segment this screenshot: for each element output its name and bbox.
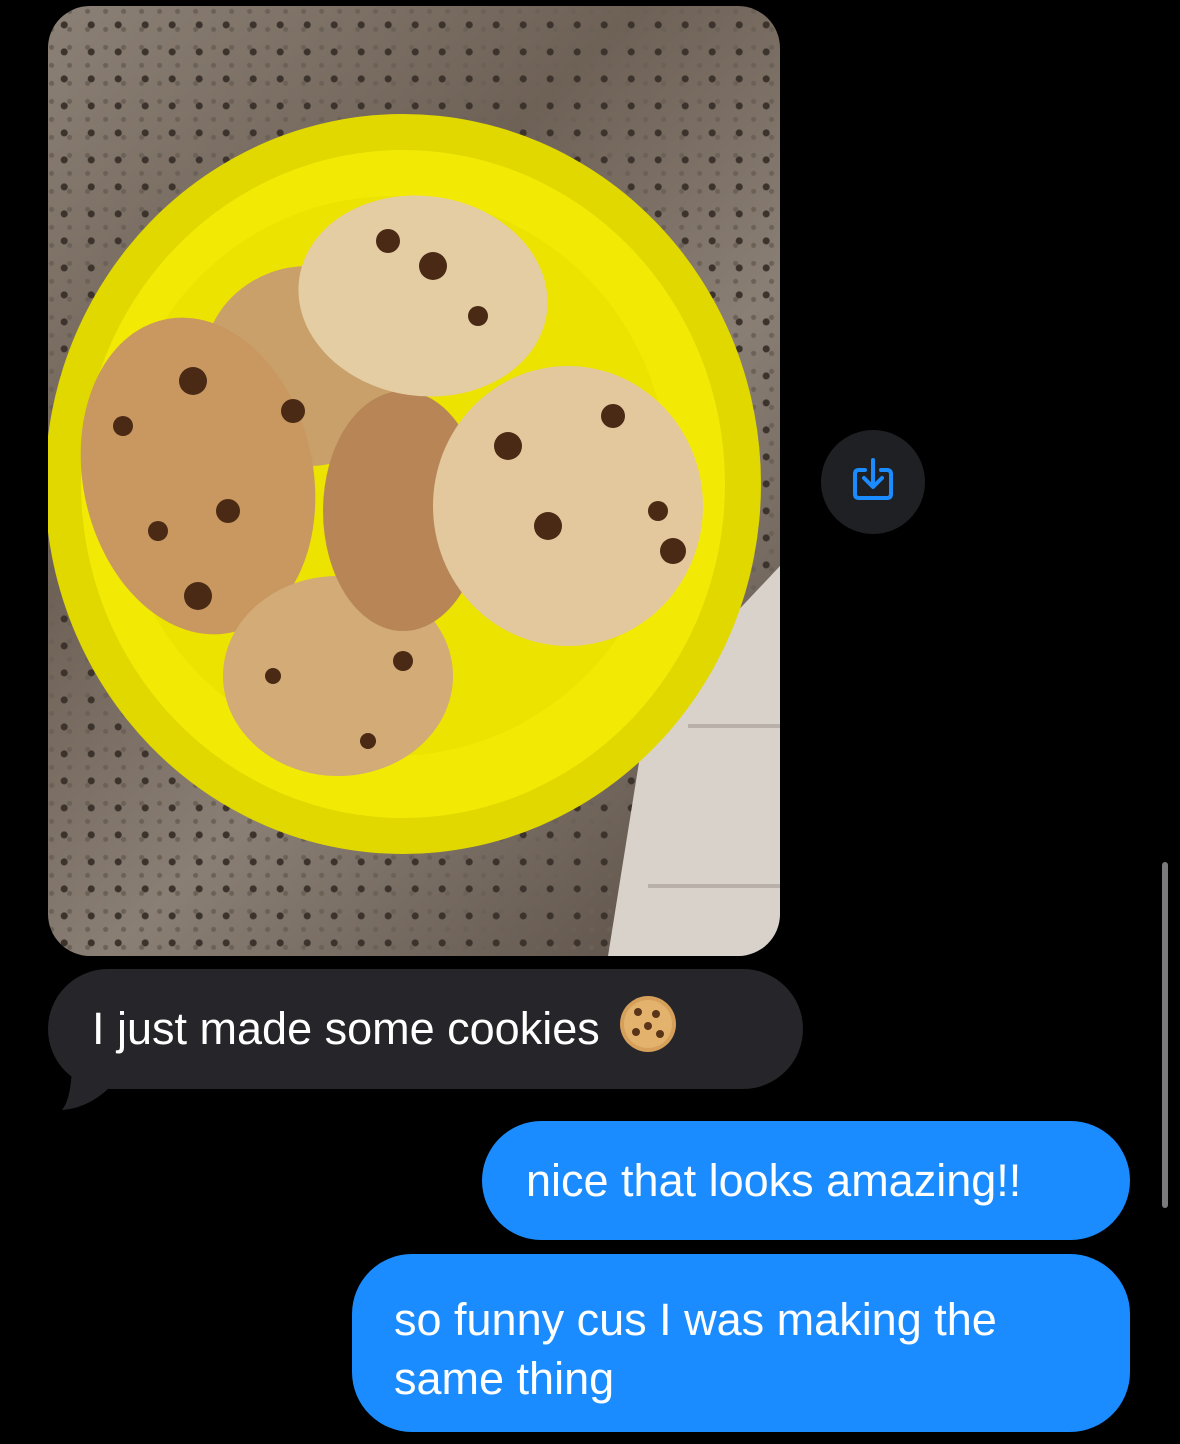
message-photo[interactable]: [48, 6, 780, 956]
incoming-message-bubble[interactable]: I just made some cookies: [48, 969, 803, 1089]
outgoing-message-text: so funny cus I was making the same thing: [394, 1294, 997, 1404]
scrollbar[interactable]: [1162, 862, 1168, 1208]
outgoing-message-bubble[interactable]: nice that looks amazing!!: [482, 1121, 1130, 1240]
download-icon: [849, 456, 897, 509]
save-photo-button[interactable]: [821, 430, 925, 534]
outgoing-message-bubble[interactable]: so funny cus I was making the same thing: [352, 1254, 1130, 1432]
outgoing-message-text: nice that looks amazing!!: [526, 1154, 1022, 1206]
incoming-message-text: I just made some cookies: [92, 1003, 600, 1054]
cookies-photo-illustration: [48, 114, 780, 956]
cookie-emoji-icon: [618, 994, 678, 1065]
